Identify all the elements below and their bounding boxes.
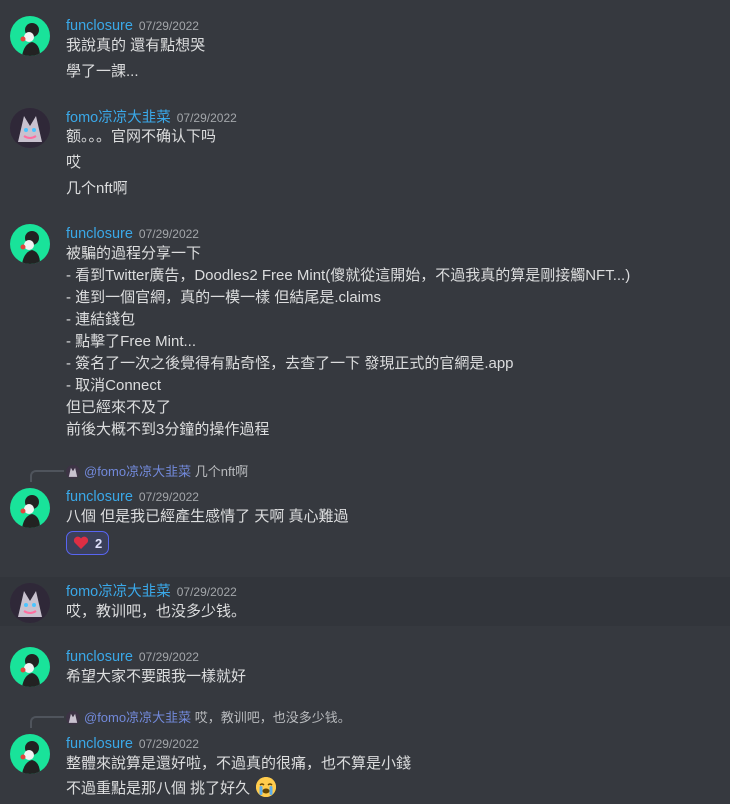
message-text: - 連結錢包 (66, 311, 136, 328)
message-text: 但已經來不及了 (66, 399, 172, 416)
message-text: - 簽名了一次之後覺得有點奇怪，去查了一下 發現正式的官網是.app (66, 355, 514, 372)
funclosure-avatar[interactable] (10, 488, 50, 528)
message-1: funclosure 07/29/2022 我說真的 還有點想哭 學了一課... (0, 8, 730, 88)
author-name[interactable]: funclosure (66, 649, 133, 665)
message-6: funclosure 07/29/2022 希望大家不要跟我一樣就好 (0, 640, 730, 692)
author-name[interactable]: fomo凉凉大韭菜 (66, 110, 171, 126)
message-4: @fomo凉凉大韭菜 几个nft啊 funclosure 07/29/2022 八… (0, 458, 730, 562)
heart-icon (73, 536, 89, 549)
timestamp: 07/29/2022 (138, 650, 199, 664)
reaction-count: 2 (95, 535, 103, 551)
message-text: 我說真的 還有點想哭 (66, 37, 206, 54)
author-name[interactable]: funclosure (66, 226, 133, 242)
reply-mention[interactable]: @fomo凉凉大韭菜 (84, 464, 191, 479)
message-2: fomo凉凉大韭菜 07/29/2022 额。。。官网不确认下吗 哎 几个nft啊 (0, 100, 730, 202)
reply-avatar (66, 711, 80, 725)
funclosure-avatar[interactable] (10, 647, 50, 687)
message-text: 哎 (66, 154, 82, 171)
message-text: - 看到Twitter廣告，Doodles2 Free Mint(傻就從這開始，… (66, 267, 631, 284)
author-name[interactable]: funclosure (66, 18, 133, 34)
loudly-crying-face-icon (256, 777, 277, 797)
message-text: 哎，教训吧，也没多少钱。 (66, 603, 247, 620)
timestamp: 07/29/2022 (138, 19, 199, 33)
message-text: 前後大概不到3分鐘的操作過程 (66, 421, 270, 438)
message-5: fomo凉凉大韭菜 07/29/2022 哎，教训吧，也没多少钱。 (0, 577, 730, 626)
message-text: 整體來說算是還好啦，不過真的很痛，也不算是小錢 (66, 755, 412, 772)
message-text: 不過重點是那八個 挑了好久 (66, 780, 251, 797)
author-name[interactable]: fomo凉凉大韭菜 (66, 584, 171, 600)
timestamp: 07/29/2022 (138, 737, 199, 751)
message-7: @fomo凉凉大韭菜 哎，教训吧，也没多少钱。 funclosure 07/29/… (0, 704, 730, 804)
message-text: 八個 但是我已經產生感情了 天啊 真心難過 (66, 508, 349, 525)
message-text: 几个nft啊 (66, 180, 128, 197)
message-text: - 進到一個官網，真的一模一樣 但結尾是.claims (66, 289, 382, 306)
author-name[interactable]: funclosure (66, 736, 133, 752)
funclosure-avatar[interactable] (10, 16, 50, 56)
message-text: 學了一課... (66, 63, 139, 80)
funclosure-avatar[interactable] (10, 224, 50, 264)
timestamp: 07/29/2022 (176, 111, 237, 125)
fomo-avatar[interactable] (10, 108, 50, 148)
timestamp: 07/29/2022 (176, 585, 237, 599)
reply-mention[interactable]: @fomo凉凉大韭菜 (84, 710, 191, 725)
reply-text: 哎，教训吧，也没多少钱。 (194, 710, 351, 725)
reply-preview[interactable]: @fomo凉凉大韭菜 几个nft啊 (66, 464, 248, 480)
message-text: - 取消Connect (66, 377, 162, 394)
heart-reaction[interactable]: 2 (66, 531, 110, 555)
author-name[interactable]: funclosure (66, 489, 133, 505)
reply-spine (30, 470, 64, 482)
message-text: 被騙的過程分享一下 (66, 245, 202, 262)
timestamp: 07/29/2022 (138, 490, 199, 504)
message-text: - 點擊了Free Mint... (66, 333, 197, 350)
reply-spine (30, 716, 64, 728)
reply-preview[interactable]: @fomo凉凉大韭菜 哎，教训吧，也没多少钱。 (66, 710, 351, 726)
message-3: funclosure 07/29/2022 被騙的過程分享一下 - 看到Twitt… (0, 216, 730, 446)
message-text: 希望大家不要跟我一樣就好 (66, 668, 247, 685)
timestamp: 07/29/2022 (138, 227, 199, 241)
fomo-avatar[interactable] (10, 583, 50, 623)
reply-text: 几个nft啊 (194, 464, 249, 479)
funclosure-avatar[interactable] (10, 734, 50, 774)
reply-avatar (66, 465, 80, 479)
message-text: 额。。。官网不确认下吗 (66, 128, 217, 145)
